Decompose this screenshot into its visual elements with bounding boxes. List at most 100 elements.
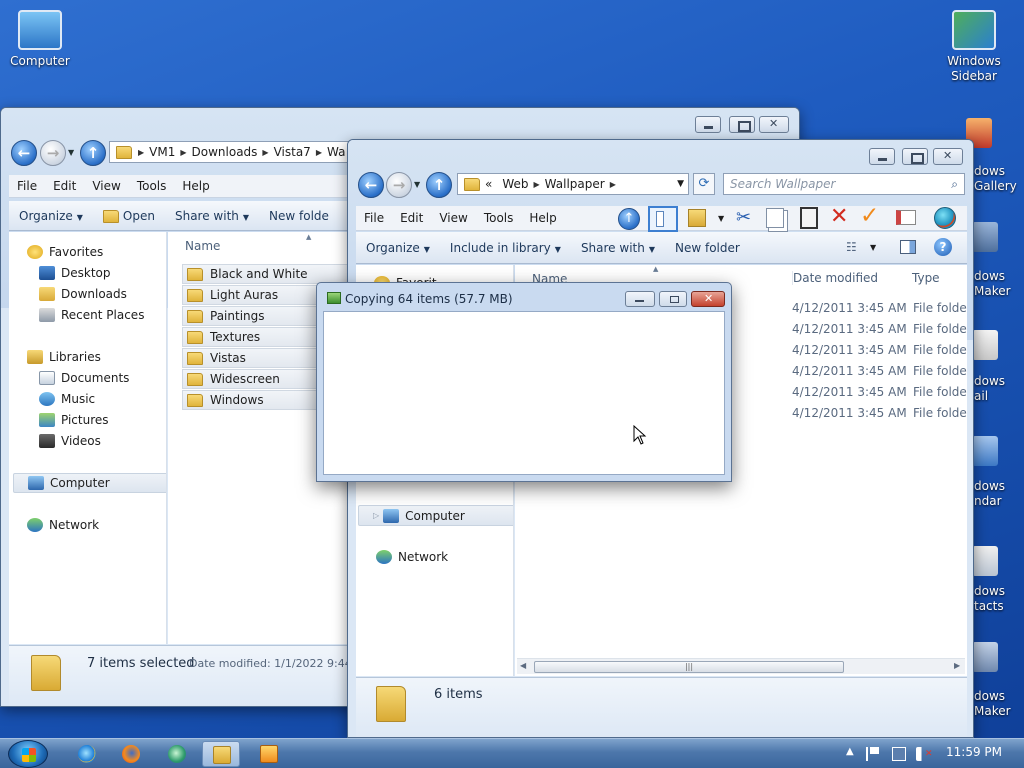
delete-icon[interactable]: ✕ [830, 204, 848, 229]
organize-button[interactable]: Organize ▼ [356, 241, 440, 255]
minimize-button[interactable] [695, 116, 721, 133]
breadcrumb-item[interactable]: Downloads [192, 145, 258, 159]
desktop-icon-windows-sidebar[interactable]: Windows Sidebar [934, 10, 1014, 84]
nav-videos[interactable]: Videos [39, 434, 101, 448]
column-header-date-modified[interactable]: Date modified [792, 271, 878, 285]
menu-edit[interactable]: Edit [392, 211, 431, 225]
taskbar-firefox[interactable] [112, 741, 150, 767]
desktop-icon-partial[interactable]: dows Maker [974, 269, 1011, 299]
share-with-button[interactable]: Share with ▼ [165, 209, 259, 223]
breadcrumb-item[interactable]: Wallpaper [545, 177, 605, 191]
up-folder-icon[interactable]: ↑ [618, 208, 640, 230]
rename-icon[interactable] [896, 210, 916, 225]
menu-tools[interactable]: Tools [476, 211, 522, 225]
nav-computer[interactable]: ▷ Computer [358, 505, 513, 526]
maximize-button[interactable] [729, 116, 755, 133]
desktop-icon-partial[interactable]: dows Gallery [974, 164, 1017, 194]
refresh-button[interactable]: ⟳ [693, 173, 715, 195]
menu-edit[interactable]: Edit [45, 179, 84, 193]
menu-tools[interactable]: Tools [129, 179, 175, 193]
show-hidden-icons-icon[interactable]: ▲ [846, 746, 854, 757]
taskbar-clock[interactable]: 11:59 PM [946, 745, 1002, 759]
paste-icon[interactable] [800, 207, 818, 229]
nav-network[interactable]: Network [376, 550, 448, 564]
menu-help[interactable]: Help [521, 211, 564, 225]
nav-network[interactable]: Network [27, 518, 99, 532]
desktop-icon-computer[interactable]: Computer [0, 10, 80, 68]
minimize-button[interactable] [625, 291, 655, 307]
share-with-button[interactable]: Share with ▼ [571, 241, 665, 255]
breadcrumb-item[interactable]: Vista7 [274, 145, 311, 159]
properties-icon[interactable]: ✓ [860, 203, 879, 229]
recent-pages-dropdown[interactable]: ▼ [414, 180, 420, 189]
taskbar-windows-explorer[interactable] [202, 741, 240, 767]
taskbar-media-center[interactable] [158, 741, 196, 767]
forward-button[interactable]: → [386, 172, 412, 198]
network-tray-icon[interactable] [892, 747, 906, 761]
menu-view[interactable]: View [431, 211, 475, 225]
scroll-left-arrow[interactable]: ◀ [520, 661, 526, 670]
up-button[interactable]: ↑ [426, 172, 452, 198]
new-folder-button[interactable]: New folde [259, 209, 339, 223]
nav-downloads[interactable]: Downloads [39, 287, 127, 301]
address-bar[interactable]: ▶ VM1 ▶ Downloads ▶ Vista7 ▶ Wa [109, 141, 369, 163]
maximize-button[interactable] [659, 291, 687, 307]
breadcrumb-overflow[interactable]: « [485, 177, 492, 191]
scroll-right-arrow[interactable]: ▶ [954, 661, 960, 670]
recent-pages-dropdown[interactable]: ▼ [68, 148, 74, 157]
taskbar-internet-explorer[interactable] [68, 741, 106, 767]
expand-arrow-icon[interactable]: ▷ [373, 511, 379, 520]
breadcrumb-item[interactable]: Web [502, 177, 528, 191]
back-button[interactable]: ← [11, 140, 37, 166]
close-button[interactable] [691, 291, 725, 307]
views-dropdown-icon[interactable]: ▼ [718, 214, 724, 223]
copy-progress-dialog[interactable]: Copying 64 items (57.7 MB) [316, 282, 732, 482]
forward-button[interactable]: → [40, 140, 66, 166]
desktop-icon-partial[interactable]: dows ndar [974, 479, 1005, 509]
horizontal-scrollbar[interactable]: ◀ ||| ▶ [517, 658, 965, 674]
open-button[interactable]: Open [93, 209, 165, 223]
include-in-library-button[interactable]: Include in library ▼ [440, 241, 571, 255]
nav-computer[interactable]: Computer [13, 473, 166, 493]
desktop-icon-partial[interactable]: dows ail [974, 374, 1005, 404]
breadcrumb-item[interactable]: VM1 [149, 145, 175, 159]
globe-icon[interactable] [934, 207, 956, 229]
nav-music[interactable]: Music [39, 392, 95, 406]
close-button[interactable] [759, 116, 789, 133]
folders-pane-icon[interactable] [648, 206, 678, 232]
cut-icon[interactable]: ✂ [736, 207, 751, 228]
menu-file[interactable]: File [9, 179, 45, 193]
column-header-type[interactable]: Type [912, 271, 940, 285]
address-dropdown-icon[interactable]: ▼ [677, 179, 684, 189]
menu-file[interactable]: File [356, 211, 392, 225]
maximize-button[interactable] [902, 148, 928, 165]
new-folder-button[interactable]: New folder [665, 241, 750, 255]
desktop-icon-partial[interactable]: dows tacts [974, 584, 1005, 614]
nav-desktop[interactable]: Desktop [39, 266, 111, 280]
close-button[interactable] [933, 148, 963, 165]
nav-documents[interactable]: Documents [39, 371, 129, 385]
menu-help[interactable]: Help [174, 179, 217, 193]
copy-icon[interactable] [766, 208, 784, 228]
help-icon[interactable]: ? [934, 238, 952, 256]
up-button[interactable]: ↑ [80, 140, 106, 166]
start-button[interactable] [8, 740, 48, 768]
minimize-button[interactable] [869, 148, 895, 165]
nav-pictures[interactable]: Pictures [39, 413, 109, 427]
taskbar-media-player[interactable] [250, 741, 288, 767]
scrollbar-thumb[interactable]: ||| [534, 661, 844, 673]
preview-pane-icon[interactable] [900, 240, 916, 254]
change-view-icon[interactable]: ☷ [846, 240, 857, 254]
column-header-name[interactable]: Name [185, 239, 220, 253]
organize-button[interactable]: Organize ▼ [9, 209, 93, 223]
nav-recent-places[interactable]: Recent Places [39, 308, 144, 322]
file-row[interactable]: Black and White [182, 264, 352, 284]
change-view-dropdown-icon[interactable]: ▼ [870, 243, 876, 252]
breadcrumb-item[interactable]: Wa [327, 145, 345, 159]
address-bar[interactable]: « Web ▶ Wallpaper ▶ ▼ [457, 173, 689, 195]
nav-favorites[interactable]: Favorites [27, 245, 103, 259]
back-button[interactable]: ← [358, 172, 384, 198]
desktop-icon-partial[interactable]: dows Maker [974, 689, 1011, 719]
nav-libraries[interactable]: Libraries [27, 350, 101, 364]
views-icon[interactable] [688, 209, 706, 227]
